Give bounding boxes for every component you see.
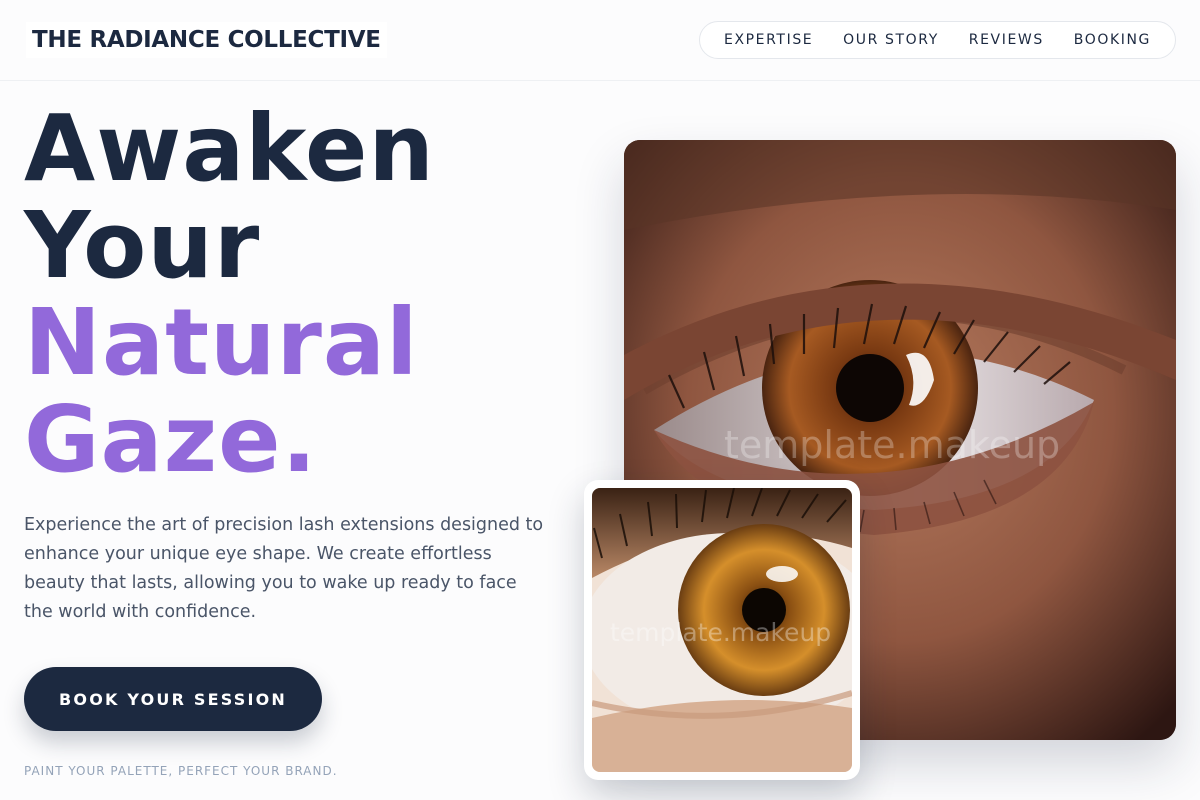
inset-photo-frame: template.makeup	[584, 480, 860, 780]
nav-item-reviews[interactable]: REVIEWS	[969, 32, 1044, 48]
nav-item-our-story[interactable]: OUR STORY	[843, 32, 939, 48]
tagline: PAINT YOUR PALETTE, PERFECT YOUR BRAND.	[24, 764, 338, 778]
brand-logo[interactable]: THE RADIANCE COLLECTIVE	[26, 22, 387, 58]
hero-intro: Experience the art of precision lash ext…	[24, 515, 544, 622]
landing-page: THE RADIANCE COLLECTIVE EXPERTISE OUR ST…	[0, 0, 1200, 800]
main-nav: EXPERTISE OUR STORY REVIEWS BOOKING	[699, 21, 1176, 59]
headline-line-1: Awaken	[24, 95, 435, 202]
inset-photo-watermark: template.makeup	[610, 618, 832, 647]
inset-eye-photo: template.makeup	[592, 488, 852, 772]
site-header: THE RADIANCE COLLECTIVE EXPERTISE OUR ST…	[0, 0, 1200, 81]
headline-line-4: Gaze.	[24, 386, 318, 493]
book-session-button[interactable]: BOOK YOUR SESSION	[24, 667, 322, 731]
nav-item-booking[interactable]: BOOKING	[1074, 32, 1151, 48]
hero-headline: Awaken Your Natural Gaze.	[24, 100, 435, 488]
headline-line-2: Your	[24, 192, 261, 299]
nav-item-expertise[interactable]: EXPERTISE	[724, 32, 813, 48]
main-photo-watermark: template.makeup	[724, 423, 1061, 467]
headline-line-3: Natural	[24, 289, 419, 396]
